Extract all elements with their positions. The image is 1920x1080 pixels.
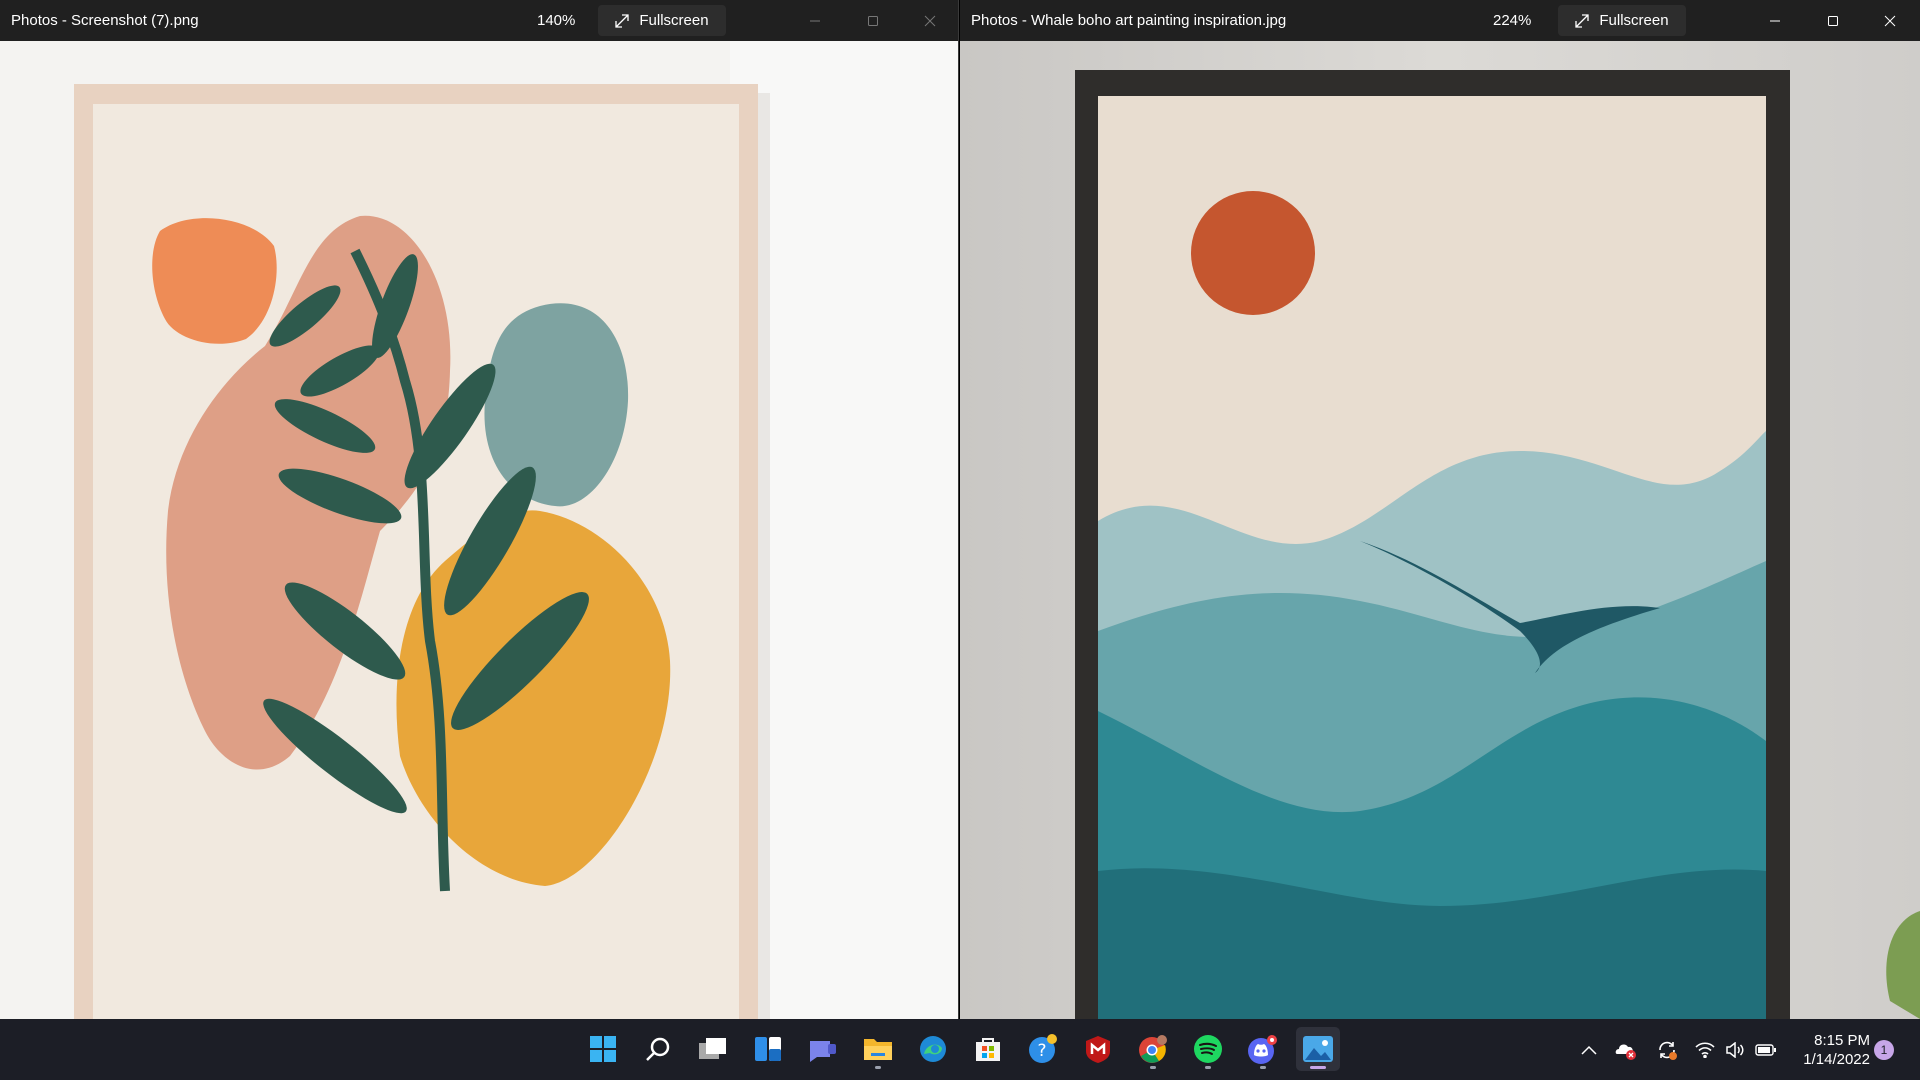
help-icon: ? bbox=[1029, 1034, 1057, 1063]
title-bar[interactable]: Photos - Whale boho art painting inspira… bbox=[960, 0, 1920, 41]
volume-icon bbox=[1726, 1041, 1744, 1058]
maximize-icon bbox=[1828, 15, 1838, 26]
sync-tray-button[interactable] bbox=[1652, 1019, 1682, 1080]
whale-artwork-image bbox=[960, 41, 1920, 1019]
widgets-button[interactable] bbox=[746, 1027, 790, 1071]
widgets-icon bbox=[755, 1037, 781, 1061]
photos-window-right[interactable]: Photos - Whale boho art painting inspira… bbox=[960, 0, 1920, 1019]
maximize-icon bbox=[868, 15, 878, 26]
botanical-artwork-image bbox=[0, 41, 958, 1019]
store-icon bbox=[976, 1038, 1000, 1061]
zoom-level[interactable]: 224% bbox=[1493, 12, 1531, 29]
show-hidden-icons-button[interactable] bbox=[1574, 1019, 1604, 1080]
edge-button[interactable] bbox=[911, 1027, 955, 1071]
wifi-icon bbox=[1695, 1041, 1715, 1058]
onedrive-tray-button[interactable] bbox=[1611, 1019, 1641, 1080]
running-indicator bbox=[1260, 1066, 1266, 1069]
clock[interactable]: 8:15 PM 1/14/2022 bbox=[1790, 1031, 1870, 1069]
teams-chat-icon bbox=[810, 1041, 836, 1062]
photo-viewer[interactable] bbox=[0, 41, 958, 1019]
mcafee-button[interactable] bbox=[1076, 1027, 1120, 1071]
spotify-icon bbox=[1194, 1035, 1222, 1063]
running-indicator bbox=[1150, 1066, 1156, 1069]
chrome-icon bbox=[1139, 1035, 1167, 1063]
expand-icon bbox=[1575, 13, 1590, 28]
fullscreen-button[interactable]: Fullscreen bbox=[1558, 5, 1686, 36]
teams-chat-button[interactable] bbox=[801, 1027, 845, 1071]
notification-badge[interactable]: 1 bbox=[1874, 1040, 1894, 1060]
photo-viewer[interactable] bbox=[960, 41, 1920, 1019]
file-explorer-icon bbox=[864, 1039, 892, 1060]
search-icon bbox=[646, 1037, 670, 1061]
spotify-button[interactable] bbox=[1186, 1027, 1230, 1071]
minimize-button[interactable] bbox=[787, 0, 843, 41]
maximize-button[interactable] bbox=[1805, 0, 1861, 41]
fullscreen-label: Fullscreen bbox=[639, 12, 709, 29]
photos-window-left[interactable]: Photos - Screenshot (7).png 140% Fullscr… bbox=[0, 0, 959, 1019]
task-view-icon bbox=[699, 1038, 726, 1059]
discord-icon bbox=[1248, 1035, 1277, 1064]
help-button[interactable]: ? bbox=[1021, 1027, 1065, 1071]
minimize-icon bbox=[1770, 20, 1780, 21]
clock-time: 8:15 PM bbox=[1814, 1032, 1870, 1049]
window-title: Photos - Whale boho art painting inspira… bbox=[971, 12, 1287, 29]
battery-icon bbox=[1755, 1043, 1776, 1056]
maximize-button[interactable] bbox=[845, 0, 901, 41]
window-title: Photos - Screenshot (7).png bbox=[11, 12, 199, 29]
fullscreen-label: Fullscreen bbox=[1599, 12, 1669, 29]
close-icon bbox=[1884, 15, 1896, 26]
store-button[interactable] bbox=[966, 1027, 1010, 1071]
running-indicator bbox=[875, 1066, 881, 1069]
edge-icon bbox=[920, 1036, 946, 1062]
minimize-icon bbox=[810, 20, 820, 21]
photos-icon bbox=[1303, 1036, 1333, 1062]
close-button[interactable] bbox=[1862, 0, 1918, 41]
search-button[interactable] bbox=[636, 1027, 680, 1071]
discord-button[interactable] bbox=[1241, 1027, 1285, 1071]
zoom-level[interactable]: 140% bbox=[537, 12, 575, 29]
clock-date: 1/14/2022 bbox=[1803, 1051, 1870, 1068]
fullscreen-button[interactable]: Fullscreen bbox=[598, 5, 726, 36]
title-bar[interactable]: Photos - Screenshot (7).png 140% Fullscr… bbox=[0, 0, 958, 41]
battery-tray-button[interactable] bbox=[1752, 1019, 1780, 1080]
expand-icon bbox=[615, 13, 630, 28]
close-icon bbox=[924, 15, 936, 26]
file-explorer-button[interactable] bbox=[856, 1027, 900, 1071]
cloud-error-icon bbox=[1615, 1044, 1636, 1060]
volume-tray-button[interactable] bbox=[1722, 1019, 1748, 1080]
running-indicator bbox=[1205, 1066, 1211, 1069]
close-button[interactable] bbox=[902, 0, 958, 41]
photos-button[interactable] bbox=[1296, 1027, 1340, 1071]
chevron-up-icon bbox=[1581, 1045, 1597, 1055]
chrome-button[interactable] bbox=[1131, 1027, 1175, 1071]
sync-icon bbox=[1659, 1041, 1677, 1060]
mcafee-icon bbox=[1086, 1036, 1110, 1063]
task-view-button[interactable] bbox=[691, 1027, 735, 1071]
start-icon bbox=[590, 1036, 616, 1062]
svg-text:?: ? bbox=[1037, 1041, 1046, 1061]
taskbar: ? 8:15 PM 1/14/2022 bbox=[0, 1019, 1920, 1080]
running-indicator bbox=[1310, 1066, 1326, 1069]
minimize-button[interactable] bbox=[1747, 0, 1803, 41]
wifi-tray-button[interactable] bbox=[1692, 1019, 1718, 1080]
start-button[interactable] bbox=[581, 1027, 625, 1071]
